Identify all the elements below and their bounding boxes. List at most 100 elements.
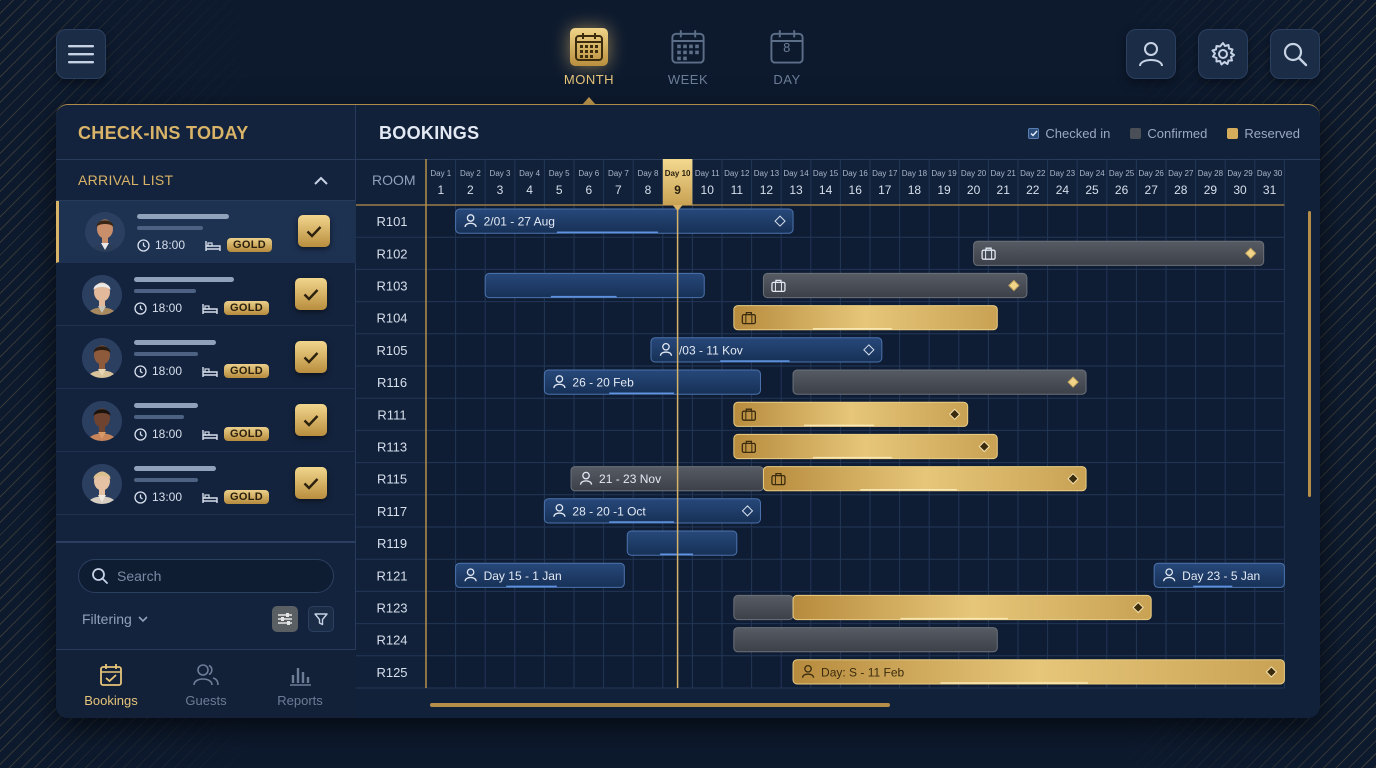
- search-input[interactable]: [117, 568, 317, 584]
- calendar-day-icon: 8: [768, 28, 806, 66]
- horizontal-scrollbar[interactable]: [430, 703, 890, 707]
- search-button[interactable]: [1270, 29, 1320, 79]
- day-label: Day 17: [872, 169, 898, 178]
- menu-button[interactable]: [56, 29, 106, 79]
- arrival-time-text: 18:00: [155, 238, 186, 252]
- settings-button[interactable]: [1198, 29, 1248, 79]
- day-number: 10: [701, 183, 715, 197]
- room-label: R104: [376, 311, 407, 326]
- clock-icon: [134, 301, 147, 315]
- tab-bookings[interactable]: Bookings: [61, 650, 161, 718]
- search-field[interactable]: [78, 559, 334, 593]
- day-label: Day 12: [724, 169, 750, 178]
- filtering-label: Filtering: [82, 611, 132, 627]
- day-label: Day 29: [1227, 169, 1253, 178]
- booking-bar-reserved[interactable]: [733, 401, 969, 427]
- filter-button[interactable]: [308, 606, 334, 632]
- guest-detail-placeholder: [134, 478, 198, 482]
- guest-detail-placeholder: [134, 289, 196, 293]
- checkin-checkbox[interactable]: [295, 341, 327, 373]
- day-label: Day 7: [608, 169, 629, 178]
- view-tab-month[interactable]: MONTH: [554, 28, 624, 105]
- view-tab-week[interactable]: WEEK: [653, 28, 723, 87]
- day-label: Day 2: [460, 169, 481, 178]
- checkin-checkbox[interactable]: [295, 467, 327, 499]
- booking-bar-checked-in[interactable]: [626, 530, 738, 556]
- checkins-sidebar: CHECK-INS TODAY ARRIVAL LIST 18:00 GOLD 18…: [56, 105, 356, 718]
- booking-bar-confirmed[interactable]: [733, 627, 998, 653]
- day-number: 12: [760, 183, 774, 197]
- booking-bar-reserved[interactable]: [733, 433, 998, 460]
- arrival-row[interactable]: 18:00 GOLD: [56, 390, 356, 452]
- room-label: R113: [377, 440, 407, 455]
- tab-label: Bookings: [84, 692, 138, 708]
- sliders-button[interactable]: [272, 606, 298, 632]
- day-label: Day 20: [961, 169, 987, 178]
- arrival-row[interactable]: 18:00 GOLD: [56, 201, 356, 263]
- status-badge: GOLD: [227, 238, 272, 252]
- arrival-row[interactable]: 18:00 GOLD: [56, 327, 356, 389]
- legend: Checked in Confirmed Reserved: [1028, 126, 1300, 141]
- booking-bar-confirmed[interactable]: [762, 272, 1028, 299]
- checkin-checkbox[interactable]: [295, 278, 327, 310]
- room-label: R105: [376, 343, 407, 358]
- guest-name-placeholder: [134, 403, 198, 408]
- profile-button[interactable]: [1126, 29, 1176, 79]
- avatar: [82, 275, 122, 315]
- check-icon: [303, 351, 319, 364]
- guest-name-placeholder: [134, 277, 234, 282]
- avatar: [82, 401, 122, 441]
- filtering-dropdown[interactable]: Filtering: [82, 611, 148, 627]
- checkin-checkbox[interactable]: [298, 215, 330, 247]
- booking-timeline: Day 11Day 22Day 33Day 44Day 55Day 66Day …: [356, 159, 1285, 689]
- booking-bar-confirmed[interactable]: [792, 369, 1087, 395]
- day-label: Day 8: [638, 169, 659, 178]
- booking-bar-reserved[interactable]: [762, 466, 1087, 492]
- search-icon: [92, 568, 108, 584]
- check-icon: [303, 477, 319, 490]
- bottom-tabs: Bookings Guests Reports: [56, 649, 356, 718]
- status-badge: GOLD: [224, 490, 269, 504]
- calendar-grid-icon: [570, 28, 608, 66]
- clock-icon: [134, 490, 147, 504]
- bed-icon: [202, 365, 218, 383]
- legend-label: Checked in: [1045, 126, 1111, 141]
- day-label: Day 16: [843, 169, 869, 178]
- day-label: Day 3: [490, 169, 511, 178]
- room-label: R102: [376, 246, 407, 261]
- room-label: R124: [376, 633, 407, 648]
- day-number: 16: [849, 183, 863, 197]
- status-badge: GOLD: [224, 301, 269, 315]
- scheduler-panel: CHECK-INS TODAY ARRIVAL LIST 18:00 GOLD 18…: [56, 104, 1320, 718]
- tab-guests[interactable]: Guests: [156, 650, 256, 718]
- checkin-checkbox[interactable]: [295, 404, 327, 436]
- arrival-row[interactable]: 18:00 GOLD: [56, 264, 356, 326]
- day-label: Day 4: [519, 169, 540, 178]
- room-label: R115: [377, 472, 407, 487]
- booking-bar-reserved[interactable]: [792, 594, 1152, 621]
- arrival-time-text: 18:00: [152, 427, 183, 441]
- arrival-time: 18:00: [134, 427, 182, 441]
- view-tab-day[interactable]: 8 DAY: [752, 28, 822, 87]
- booking-bar-reserved[interactable]: [733, 305, 998, 331]
- day-label: Day 30: [1257, 169, 1283, 178]
- vertical-scrollbar[interactable]: [1308, 211, 1311, 497]
- day-label: Day 1: [430, 169, 451, 178]
- chevron-up-icon[interactable]: [314, 173, 328, 191]
- booking-bar-confirmed[interactable]: [973, 240, 1265, 266]
- room-label: R111: [377, 407, 406, 422]
- legend-swatch: [1130, 128, 1142, 139]
- tab-reports[interactable]: Reports: [250, 650, 350, 718]
- day-label: Day 18: [902, 169, 928, 178]
- day-label: Day 5: [549, 169, 570, 178]
- day-number: 25: [1085, 183, 1099, 197]
- room-label: R123: [376, 601, 407, 616]
- arrival-row[interactable]: 13:00 GOLD: [56, 453, 356, 515]
- booking-bar-checked-in[interactable]: [484, 272, 705, 299]
- day-number: 2: [467, 183, 474, 197]
- booking-bar-confirmed[interactable]: [733, 594, 794, 621]
- day-label: Day 26: [1139, 169, 1165, 178]
- menu-icon: [68, 45, 94, 64]
- day-number: 21: [997, 183, 1011, 197]
- booking-label: 2/01 - 27 Aug: [484, 215, 555, 229]
